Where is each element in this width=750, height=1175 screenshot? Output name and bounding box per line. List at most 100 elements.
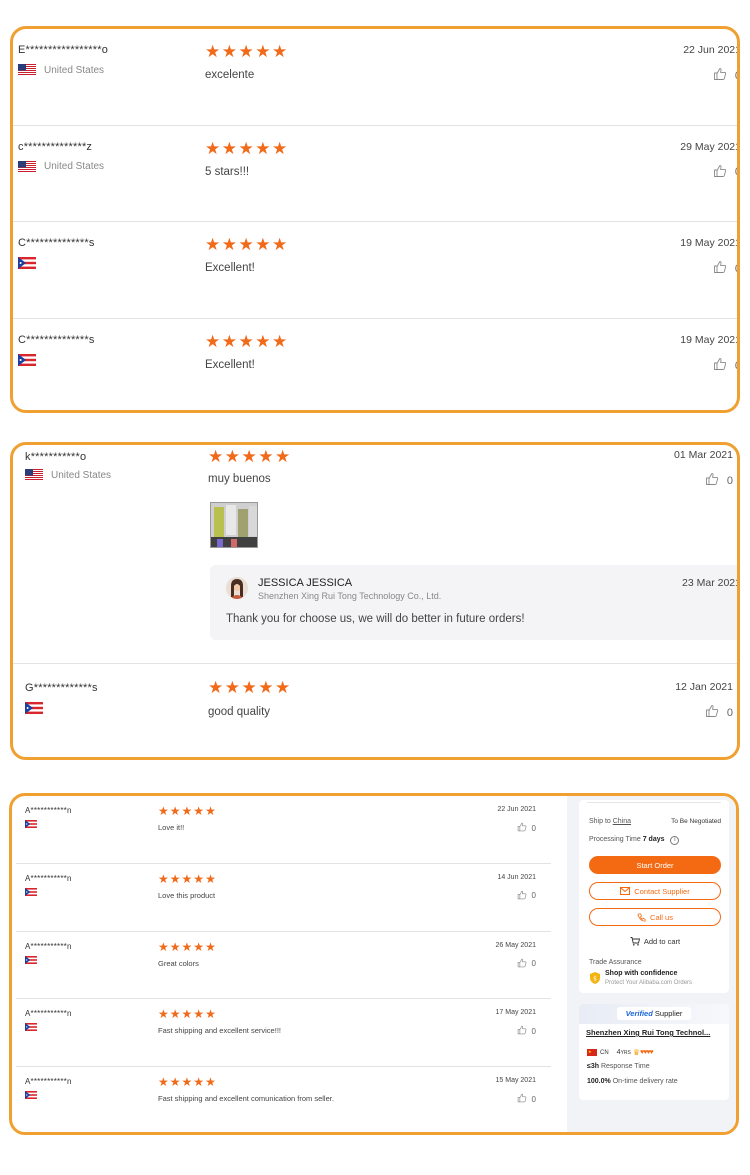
rating-stars: ★ ★ ★ ★ ★ [205,334,289,351]
reviewer-name: A***********n [25,1077,72,1087]
review-photo[interactable] [210,502,258,548]
country-code: CN [600,1049,609,1056]
like-count: 0 [735,360,737,372]
like-button[interactable]: 0 [517,1093,536,1105]
cart-icon [630,936,640,946]
start-order-button[interactable]: Start Order [589,856,721,874]
reviewer-name: A***********n [25,873,72,883]
divider [587,802,721,803]
info-icon[interactable]: i [670,836,680,845]
like-count: 0 [726,706,733,719]
star-icon: ★ [241,678,257,698]
rating-stars: ★ ★ ★ ★ ★ [158,1008,217,1020]
star-icon: ★ [205,871,216,886]
add-to-cart-label: Add to cart [643,936,681,946]
like-count: 0 [531,823,536,833]
mail-icon [620,887,631,895]
review-text: muy buenos [208,473,271,485]
puerto-rico-flag-icon [18,354,36,367]
contact-supplier-button[interactable]: Contact Supplier [589,882,721,900]
on-time-delivery: 100.0% On-time delivery rate [587,1078,678,1085]
review-date: 19 May 2021 [680,237,740,250]
like-button[interactable]: 0 [713,164,737,181]
response-value: ≤3h [587,1063,600,1070]
like-button[interactable]: 0 [517,1025,536,1037]
thumbs-up-icon [713,260,735,277]
puerto-rico-flag-icon [25,702,43,714]
review-text: Great colors [158,958,199,968]
rating-stars: ★ ★ ★ ★ ★ [158,873,217,885]
ship-to-label: Ship to [589,818,611,825]
like-button[interactable]: 0 [705,472,733,489]
review-item: C**************s ★ ★ ★ ★ ★ Excellent! 19 May… [13,222,737,319]
reviewer-name: A***********n [25,806,72,815]
rating-stars: ★ ★ ★ ★ ★ [158,1076,217,1088]
thumbs-up-icon [705,704,727,721]
like-button[interactable]: 0 [517,890,536,902]
review-item: A***********n ★ ★ ★ ★ ★ Love this product 14… [12,864,556,932]
phone-icon [637,912,646,922]
rating-stars: ★ ★ ★ ★ ★ [208,449,292,466]
star-icon: ★ [205,42,221,62]
supplier-name-link[interactable]: Shenzhen Xing Rui Tong Technol... [586,1028,710,1037]
reviewer-name: C**************s [18,237,95,250]
thumbs-up-icon [517,1093,532,1105]
order-sidebar: Ship to China To Be Negotiated Processin… [567,796,736,1132]
like-button[interactable]: 0 [713,260,737,277]
star-icon: ★ [158,804,169,818]
like-count: 0 [735,166,737,178]
like-count: 0 [531,959,536,969]
like-button[interactable]: 0 [713,357,737,374]
star-icon: ★ [208,678,224,698]
review-panel-3: A***********n ★ ★ ★ ★ ★ Love it!! 22 Jun 202… [9,793,739,1135]
like-count: 0 [735,263,737,275]
reviewer-name: A***********n [25,1009,72,1019]
us-flag-icon [18,160,36,173]
reviewer-name: G*************s [25,682,98,694]
add-to-cart-button[interactable]: Add to cart [589,934,721,948]
call-us-button[interactable]: Call us [589,908,721,926]
star-icon: ★ [272,332,288,353]
star-icon: ★ [255,235,271,256]
puerto-rico-flag-icon [25,1023,37,1032]
star-icon: ★ [193,804,205,818]
ship-to-country-link[interactable]: China [613,818,631,825]
like-count: 0 [735,70,737,82]
review-date: 01 Mar 2021 [674,449,733,461]
star-icon: ★ [169,1007,181,1022]
like-button[interactable]: 0 [517,822,536,834]
star-icon: ★ [193,939,205,954]
star-icon: ★ [272,138,288,159]
avatar [226,577,248,599]
star-icon: ★ [181,804,193,818]
shield-icon: $ [590,971,600,989]
like-button[interactable]: 0 [713,67,737,84]
star-icon: ★ [205,332,221,353]
like-count: 0 [531,1026,536,1036]
star-icon: ★ [255,42,271,62]
like-button[interactable]: 0 [705,704,733,721]
like-button[interactable]: 0 [517,958,536,970]
star-icon: ★ [181,939,193,954]
reviewer-country [25,887,45,896]
reviewer-country [25,1091,45,1100]
gold-member-icon: ♛ [632,1048,641,1057]
star-icon: ★ [193,871,205,886]
thumbs-up-icon [713,164,735,181]
review-item: G*************s ★ ★ ★ ★ ★ good quality 12 Ja… [13,664,737,757]
review-item: A***********n ★ ★ ★ ★ ★ Love it!! 22 Jun 202… [12,796,556,864]
star-icon: ★ [255,138,271,159]
reply-text: Thank you for choose us, we will do bett… [226,613,525,625]
thumbs-up-icon [705,472,727,489]
review-item: k***********o United States ★ ★ ★ ★ ★ muy bu… [13,445,737,665]
supplier-meta: ★ CN 4 YRS ♛ ♥♥♥♥ [587,1048,654,1057]
response-time: ≤3h Response Time [587,1063,650,1070]
star-icon: ★ [224,678,240,698]
reviewer-country [18,257,44,270]
like-count: 0 [726,474,733,487]
like-count: 0 [531,1094,536,1104]
reviewer-country [25,820,45,828]
verified-label: Verified [625,1009,653,1018]
reviewer-country: United States [18,64,104,76]
reply-author: JESSICA JESSICA [258,577,353,589]
